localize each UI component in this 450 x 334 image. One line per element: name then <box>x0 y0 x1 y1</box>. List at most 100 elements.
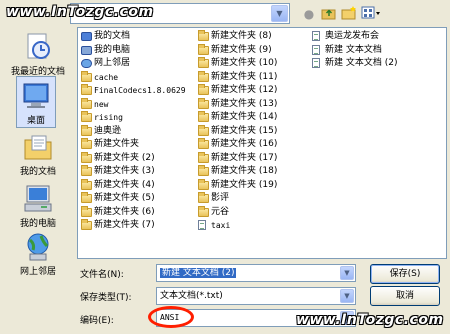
folder-icon <box>198 57 209 68</box>
list-item[interactable]: 我的电脑 <box>81 44 186 58</box>
place-label: 网上邻居 <box>19 267 56 277</box>
network-icon <box>21 232 55 262</box>
list-item[interactable]: 新建文件夹 (18) <box>198 165 277 179</box>
view-menu-icon[interactable] <box>360 5 384 23</box>
list-item[interactable]: 新建文件夹 (4) <box>81 178 186 193</box>
list-item[interactable]: 新建文件夹 (8) <box>198 30 277 44</box>
folder-icon <box>81 111 92 122</box>
list-item[interactable]: 新建文件夹 (14) <box>198 111 277 125</box>
folder-icon <box>198 151 209 163</box>
watermark-bottom: www.InTozgc.com <box>296 312 444 328</box>
list-item[interactable]: 新建文件夹 (12) <box>198 84 277 98</box>
my-documents-icon <box>21 132 55 162</box>
folder-icon <box>198 178 209 190</box>
text-file-icon <box>198 220 206 230</box>
folder-icon <box>81 178 92 190</box>
list-item[interactable]: 新建文件夹 (10) <box>198 57 277 71</box>
save-button[interactable]: 保存(S) <box>370 264 440 284</box>
list-item[interactable]: 新建文件夹 (6) <box>81 205 186 220</box>
place-label: 我的文档 <box>19 167 56 177</box>
chevron-down-icon[interactable]: ▼ <box>340 266 354 280</box>
my-computer-icon <box>81 45 92 55</box>
file-column-1: 我的文档 我的电脑 网上邻居 cache FinalCodecs1.8.0629… <box>81 30 186 233</box>
list-item[interactable]: 新建 文本文档 (2) <box>312 57 397 71</box>
list-item[interactable]: 网上邻居 <box>81 57 186 71</box>
list-item[interactable]: 新建文件夹 (5) <box>81 192 186 206</box>
list-item[interactable]: 新建文件夹 (3) <box>81 165 186 179</box>
recent-docs-icon <box>21 32 55 62</box>
network-icon <box>81 59 92 68</box>
cancel-button[interactable]: 取消 <box>370 286 440 306</box>
list-item[interactable]: 影评 <box>198 192 277 206</box>
list-item[interactable]: 新建文件夹 (17) <box>198 151 277 166</box>
list-item[interactable]: 新建文件夹 (19) <box>198 178 277 193</box>
filetype-select[interactable]: 文本文档(*.txt) ▼ <box>156 287 356 305</box>
chevron-down-icon[interactable]: ▼ <box>271 5 288 22</box>
filetype-label: 保存类型(T): <box>80 293 132 303</box>
filename-field[interactable]: 新建 文本文档 (2) ▼ <box>156 264 356 282</box>
list-item[interactable]: 奥运龙发布会 <box>312 30 397 44</box>
folder-icon <box>81 192 92 203</box>
list-item[interactable]: 新建文件夹 (16) <box>198 138 277 152</box>
text-file-icon <box>312 44 320 55</box>
list-item[interactable]: 新建文件夹 <box>81 138 186 152</box>
place-recent-documents[interactable]: 我最近的文档 <box>2 28 74 80</box>
list-item[interactable]: 新建文件夹 (9) <box>198 43 277 58</box>
file-column-2: 新建文件夹 (8) 新建文件夹 (9) 新建文件夹 (10) 新建文件夹 (11… <box>198 30 277 233</box>
folder-icon <box>81 219 92 230</box>
place-my-documents[interactable]: 我的文档 <box>2 128 74 180</box>
watermark-top: www.InTozgc.com <box>6 4 154 20</box>
list-item[interactable]: 我的文档 <box>81 30 186 44</box>
folder-icon <box>198 205 209 217</box>
desktop-icon <box>21 81 51 111</box>
folder-icon <box>198 192 209 203</box>
folder-icon <box>198 70 209 82</box>
folder-icon <box>81 84 92 95</box>
folder-icon <box>81 70 92 82</box>
chevron-down-icon[interactable]: ▼ <box>340 289 354 303</box>
place-label: 桌面 <box>26 116 45 126</box>
folder-icon <box>198 43 209 55</box>
list-item[interactable]: taxi <box>198 219 277 233</box>
filetype-value: 文本文档(*.txt) <box>160 291 223 301</box>
encoding-label: 编码(E): <box>80 316 114 326</box>
list-item[interactable]: 新建文件夹 (13) <box>198 97 277 112</box>
list-item[interactable]: 元谷 <box>198 205 277 220</box>
list-item[interactable]: 新建 文本文档 <box>312 44 397 58</box>
list-item[interactable]: cache <box>81 70 186 85</box>
folder-icon <box>81 97 92 109</box>
folder-icon <box>81 205 92 217</box>
file-list[interactable]: 我的文档 我的电脑 网上邻居 cache FinalCodecs1.8.0629… <box>77 27 447 259</box>
list-item[interactable]: 新建文件夹 (7) <box>81 219 186 233</box>
new-folder-icon[interactable] <box>340 5 358 23</box>
folder-icon <box>198 30 209 41</box>
up-folder-icon[interactable] <box>320 5 338 23</box>
folder-icon <box>198 111 209 122</box>
list-item[interactable]: rising <box>81 111 186 125</box>
filename-value: 新建 文本文档 (2) <box>160 268 237 278</box>
annotation-circle <box>148 306 194 328</box>
folder-icon <box>198 138 209 149</box>
list-item[interactable]: 迪奥逊 <box>81 124 186 139</box>
place-network[interactable]: 网上邻居 <box>2 228 74 280</box>
folder-icon <box>198 84 209 95</box>
place-my-computer[interactable]: 我的电脑 <box>2 180 74 232</box>
my-documents-icon <box>81 32 92 41</box>
folder-icon <box>198 165 209 176</box>
list-item[interactable]: FinalCodecs1.8.0629 <box>81 84 186 98</box>
folder-icon <box>81 151 92 163</box>
folder-icon <box>81 124 92 136</box>
text-file-icon <box>312 58 320 68</box>
file-column-3: 奥运龙发布会 新建 文本文档 新建 文本文档 (2) <box>312 30 397 71</box>
place-desktop[interactable]: 桌面 <box>16 76 56 128</box>
filename-label: 文件名(N): <box>80 270 124 280</box>
folder-icon <box>198 124 209 136</box>
list-item[interactable]: 新建文件夹 (2) <box>81 151 186 166</box>
text-file-icon <box>312 31 320 41</box>
list-item[interactable]: new <box>81 97 186 112</box>
list-item[interactable]: 新建文件夹 (15) <box>198 124 277 139</box>
back-icon[interactable]: ● <box>300 5 318 23</box>
places-bar: 我最近的文档 桌面 我的文档 我的电脑 网上邻居 <box>2 28 74 277</box>
folder-icon <box>81 165 92 176</box>
list-item[interactable]: 新建文件夹 (11) <box>198 70 277 85</box>
